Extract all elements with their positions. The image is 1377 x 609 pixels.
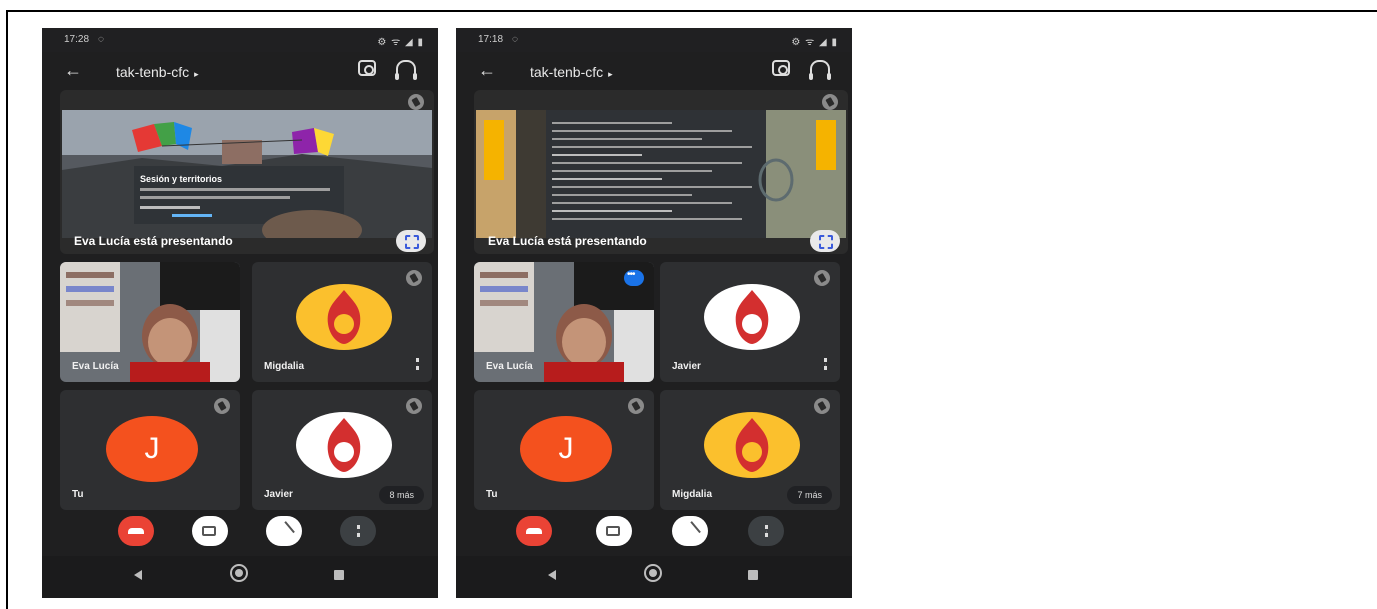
speaking-indicator-icon xyxy=(624,269,644,286)
slide-title: Sesión y territorios xyxy=(140,174,222,184)
more-participants-badge[interactable]: 7 más xyxy=(787,486,832,504)
pin-icon[interactable] xyxy=(814,270,830,286)
avatar xyxy=(704,412,800,478)
end-call-icon[interactable] xyxy=(516,516,552,546)
camera-switch-icon[interactable] xyxy=(358,60,376,76)
pin-icon[interactable] xyxy=(406,270,422,286)
nav-home-icon[interactable] xyxy=(230,564,248,582)
participant-name: Migdalia xyxy=(672,489,713,500)
expand-icon[interactable] xyxy=(810,230,840,252)
mic-off-icon[interactable] xyxy=(266,516,302,546)
meeting-code[interactable]: tak-tenb-cfc ▸ xyxy=(530,64,613,80)
more-options-icon[interactable] xyxy=(416,358,422,370)
participant-tile[interactable]: Eva Lucía xyxy=(60,262,240,382)
chevron-right-icon: ▸ xyxy=(194,69,199,79)
avatar: J xyxy=(520,416,612,482)
pin-icon[interactable] xyxy=(814,398,830,414)
shared-screen xyxy=(476,110,846,238)
participant-name: Tu xyxy=(486,489,498,500)
participant-name: Tu xyxy=(72,489,84,500)
nav-back-icon[interactable] xyxy=(548,570,556,580)
pin-icon[interactable] xyxy=(822,94,838,110)
meeting-top-bar: ← tak-tenb-cfc ▸ xyxy=(456,52,852,92)
presentation-tile[interactable]: Eva Lucía está presentando xyxy=(474,90,848,254)
phone-screen-2: 17:18 ◌ ⚙ ᯤ ◢ ▮ ← tak-tenb-cfc ▸ Eva Luc… xyxy=(456,28,852,598)
participant-name: Javier xyxy=(672,361,701,372)
android-nav-bar xyxy=(456,556,852,598)
participant-tile[interactable]: Migdalia xyxy=(252,262,432,382)
participant-name: Javier xyxy=(264,489,293,500)
participant-tile[interactable]: J Tu xyxy=(474,390,654,510)
android-nav-bar xyxy=(42,556,438,598)
camera-off-icon[interactable] xyxy=(192,516,228,546)
meeting-code[interactable]: tak-tenb-cfc ▸ xyxy=(116,64,199,80)
audio-output-icon[interactable] xyxy=(809,60,831,80)
phone-screen-1: 17:28 ◌ ⚙ ᯤ ◢ ▮ ← tak-tenb-cfc ▸ Sesión … xyxy=(42,28,438,598)
chevron-right-icon: ▸ xyxy=(608,69,613,79)
end-call-icon[interactable] xyxy=(118,516,154,546)
camera-switch-icon[interactable] xyxy=(772,60,790,76)
participant-name: Migdalia xyxy=(264,361,305,372)
camera-off-icon[interactable] xyxy=(596,516,632,546)
audio-output-icon[interactable] xyxy=(395,60,417,80)
more-participants-badge[interactable]: 8 más xyxy=(379,486,424,504)
participant-tile[interactable]: Javier 8 más xyxy=(252,390,432,510)
meeting-top-bar: ← tak-tenb-cfc ▸ xyxy=(42,52,438,92)
pin-icon[interactable] xyxy=(408,94,424,110)
pin-icon[interactable] xyxy=(628,398,644,414)
status-bar: 17:18 ◌ ⚙ ᯤ ◢ ▮ xyxy=(456,28,852,52)
call-controls xyxy=(456,516,852,556)
status-bar: 17:28 ◌ ⚙ ᯤ ◢ ▮ xyxy=(42,28,438,52)
shared-screen: Sesión y territorios xyxy=(62,110,432,238)
participant-tile[interactable]: Migdalia 7 más xyxy=(660,390,840,510)
expand-icon[interactable] xyxy=(396,230,426,252)
participant-name: Eva Lucía xyxy=(72,361,119,372)
notification-icon: ◌ xyxy=(512,34,518,45)
call-controls xyxy=(42,516,438,556)
more-options-icon[interactable] xyxy=(748,516,784,546)
more-options-icon[interactable] xyxy=(824,358,830,370)
pin-icon[interactable] xyxy=(406,398,422,414)
mic-off-icon[interactable] xyxy=(672,516,708,546)
presenter-label: Eva Lucía está presentando xyxy=(74,234,233,248)
participant-tile[interactable]: Javier xyxy=(660,262,840,382)
status-time: 17:18 xyxy=(478,34,504,45)
participant-tile[interactable]: Eva Lucía xyxy=(474,262,654,382)
nav-home-icon[interactable] xyxy=(644,564,662,582)
status-icons: ⚙ ᯤ ◢ ▮ xyxy=(377,37,424,48)
nav-back-icon[interactable] xyxy=(134,570,142,580)
avatar xyxy=(296,284,392,350)
notification-icon: ◌ xyxy=(98,34,104,45)
status-time: 17:28 xyxy=(64,34,90,45)
status-icons: ⚙ ᯤ ◢ ▮ xyxy=(791,37,838,48)
nav-recents-icon[interactable] xyxy=(748,570,758,580)
avatar: J xyxy=(106,416,198,482)
back-arrow-icon[interactable]: ← xyxy=(64,60,82,81)
presentation-tile[interactable]: Sesión y territorios Eva Lucía está pres… xyxy=(60,90,434,254)
presenter-label: Eva Lucía está presentando xyxy=(488,234,647,248)
nav-recents-icon[interactable] xyxy=(334,570,344,580)
back-arrow-icon[interactable]: ← xyxy=(478,60,496,81)
participant-tile[interactable]: J Tu xyxy=(60,390,240,510)
pin-icon[interactable] xyxy=(214,398,230,414)
avatar xyxy=(704,284,800,350)
more-options-icon[interactable] xyxy=(340,516,376,546)
avatar xyxy=(296,412,392,478)
participant-name: Eva Lucía xyxy=(486,361,533,372)
